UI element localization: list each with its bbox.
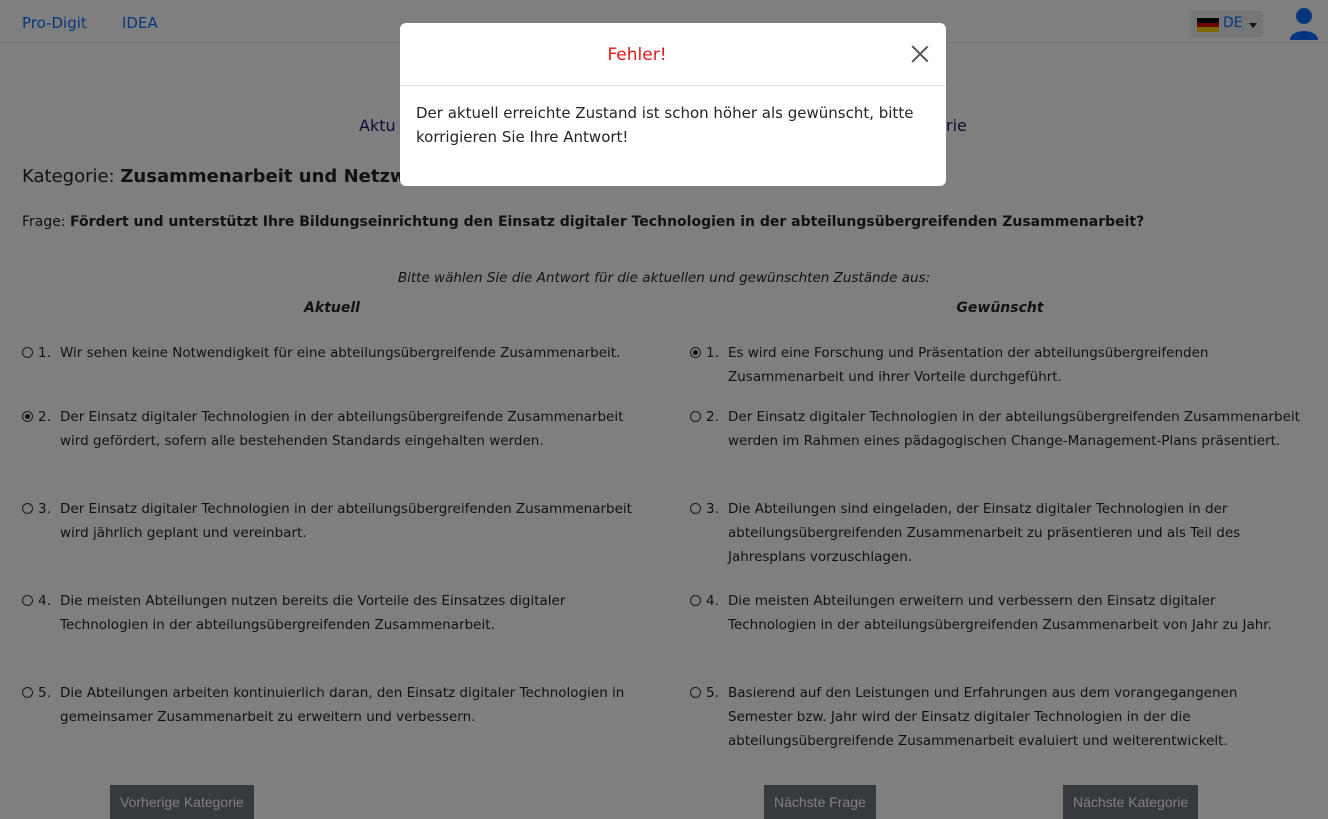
modal-header: Fehler! <box>400 23 946 86</box>
error-modal: Fehler! Der aktuell erreichte Zustand is… <box>400 23 946 186</box>
modal-body: Der aktuell erreichte Zustand ist schon … <box>416 104 914 146</box>
page: Pro-Digit IDEA DE Aktu rie Kategorie: Zu… <box>0 0 1328 819</box>
modal-title: Fehler! <box>607 45 667 65</box>
close-icon[interactable] <box>910 44 930 64</box>
